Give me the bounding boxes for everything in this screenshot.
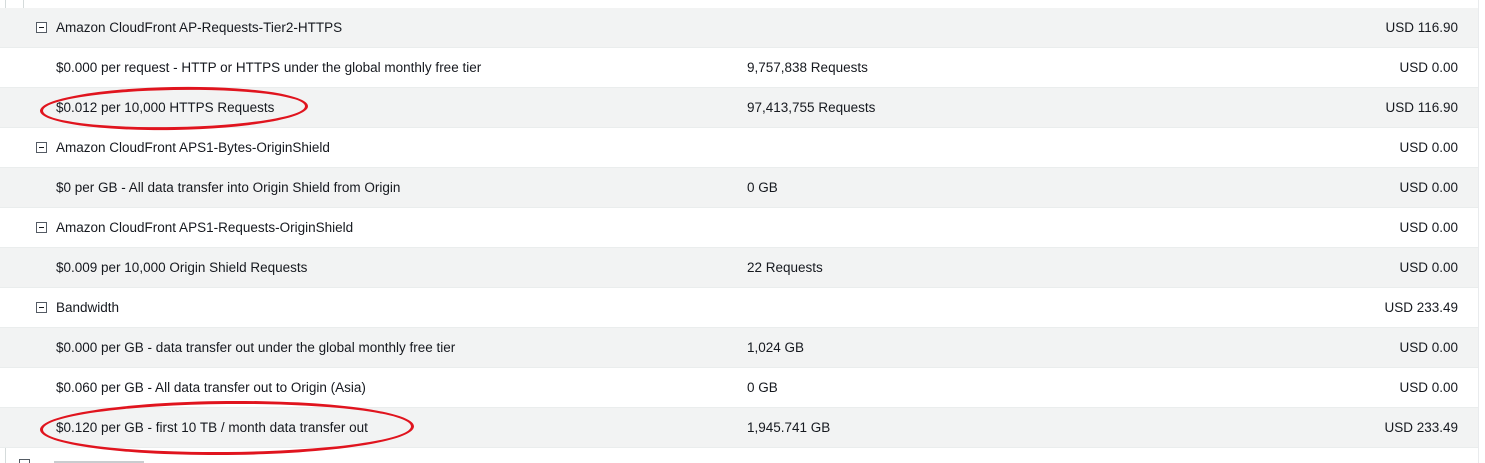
row-quantity: 9,757,838 Requests xyxy=(747,60,868,75)
group-label: Amazon CloudFront APS1-Bytes-OriginShiel… xyxy=(56,140,330,155)
row-quantity: 1,024 GB xyxy=(747,340,805,355)
collapse-toggle-icon[interactable] xyxy=(36,302,47,313)
table-row: $0.009 per 10,000 Origin Shield Requests… xyxy=(0,248,1478,288)
row-description: $0.000 per GB - data transfer out under … xyxy=(56,340,456,355)
collapse-toggle-icon[interactable] xyxy=(36,222,47,233)
table-row: $0.000 per request - HTTP or HTTPS under… xyxy=(0,48,1478,88)
row-description: $0.009 per 10,000 Origin Shield Requests xyxy=(56,260,308,275)
row-amount: USD 116.90 xyxy=(1385,20,1458,35)
collapse-toggle-icon[interactable] xyxy=(36,22,47,33)
collapse-toggle-icon xyxy=(19,459,30,463)
row-description: $0.120 per GB - first 10 TB / month data… xyxy=(56,420,368,435)
row-amount: USD 0.00 xyxy=(1399,220,1458,235)
row-description: $0 per GB - All data transfer into Origi… xyxy=(56,180,401,195)
table-row: $0.120 per GB - first 10 TB / month data… xyxy=(0,408,1478,448)
table-row: $0.000 per GB - data transfer out under … xyxy=(0,328,1478,368)
row-description: $0.000 per request - HTTP or HTTPS under… xyxy=(56,60,482,75)
row-amount: USD 0.00 xyxy=(1399,180,1458,195)
group-row-ap-requests-tier2-https[interactable]: Amazon CloudFront AP-Requests-Tier2-HTTP… xyxy=(0,8,1478,48)
row-quantity: 22 Requests xyxy=(747,260,823,275)
row-quantity: 1,945.741 GB xyxy=(747,420,831,435)
row-quantity: 0 GB xyxy=(747,180,778,195)
group-label: Bandwidth xyxy=(56,300,120,315)
next-group-row-partial xyxy=(14,459,144,463)
row-description: $0.012 per 10,000 HTTPS Requests xyxy=(56,100,275,115)
row-amount: USD 233.49 xyxy=(1384,420,1458,435)
row-quantity: 0 GB xyxy=(747,380,778,395)
group-row-aps1-bytes-originshield[interactable]: Amazon CloudFront APS1-Bytes-OriginShiel… xyxy=(0,128,1478,168)
row-quantity: 97,413,755 Requests xyxy=(747,100,876,115)
row-amount: USD 0.00 xyxy=(1399,60,1458,75)
group-row-bandwidth[interactable]: Bandwidth USD 233.49 xyxy=(0,288,1478,328)
row-amount: USD 233.49 xyxy=(1384,300,1458,315)
table-row: $0 per GB - All data transfer into Origi… xyxy=(0,168,1478,208)
row-amount: USD 0.00 xyxy=(1399,380,1458,395)
billing-details-table: Amazon CloudFront AP-Requests-Tier2-HTTP… xyxy=(0,0,1479,463)
row-amount: USD 0.00 xyxy=(1399,140,1458,155)
collapse-toggle-icon[interactable] xyxy=(36,142,47,153)
row-amount: USD 116.90 xyxy=(1385,100,1458,115)
row-amount: USD 0.00 xyxy=(1399,260,1458,275)
table-row: $0.012 per 10,000 HTTPS Requests 97,413,… xyxy=(0,88,1478,128)
row-amount: USD 0.00 xyxy=(1399,340,1458,355)
group-row-aps1-requests-originshield[interactable]: Amazon CloudFront APS1-Requests-OriginSh… xyxy=(0,208,1478,248)
group-label: Amazon CloudFront APS1-Requests-OriginSh… xyxy=(56,220,354,235)
table-row: $0.060 per GB - All data transfer out to… xyxy=(0,368,1478,408)
row-description: $0.060 per GB - All data transfer out to… xyxy=(56,380,366,395)
group-label: Amazon CloudFront AP-Requests-Tier2-HTTP… xyxy=(56,20,343,35)
